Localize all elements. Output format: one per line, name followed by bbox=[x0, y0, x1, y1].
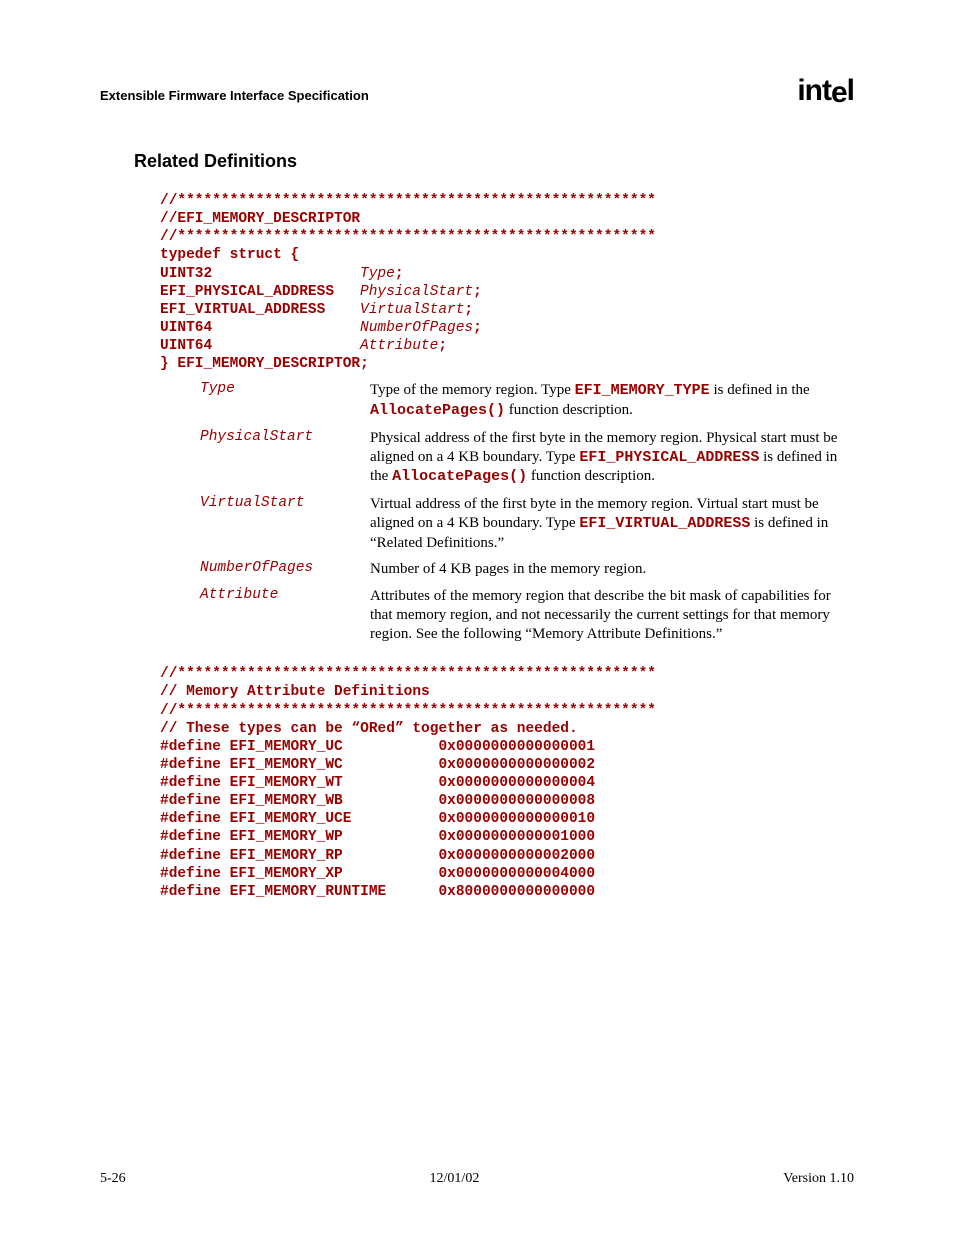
definition-row: PhysicalStart Physical address of the fi… bbox=[200, 425, 840, 491]
definition-term: Attribute bbox=[200, 583, 370, 647]
definition-row: Type Type of the memory region. Type EFI… bbox=[200, 377, 840, 425]
code-line: UINT64Attribute; bbox=[160, 338, 447, 354]
definition-term: PhysicalStart bbox=[200, 425, 370, 491]
code-line: // Memory Attribute Definitions bbox=[160, 684, 430, 700]
code-line: #define EFI_MEMORY_UCE 0x000000000000001… bbox=[160, 811, 595, 827]
spec-title: Extensible Firmware Interface Specificat… bbox=[100, 88, 369, 103]
code-line: EFI_PHYSICAL_ADDRESSPhysicalStart; bbox=[160, 284, 482, 300]
spacer bbox=[100, 647, 854, 665]
page-date: 12/01/02 bbox=[430, 1171, 480, 1187]
section-title: Related Definitions bbox=[134, 151, 854, 172]
type-name: EFI_PHYSICAL_ADDRESS bbox=[579, 449, 759, 466]
definition-desc: Physical address of the first byte in th… bbox=[370, 425, 840, 491]
code-line: UINT32Type; bbox=[160, 266, 404, 282]
definition-row: VirtualStart Virtual address of the firs… bbox=[200, 491, 840, 556]
code-line: //**************************************… bbox=[160, 193, 656, 209]
code-line: //**************************************… bbox=[160, 229, 656, 245]
code-line: #define EFI_MEMORY_WC 0x0000000000000002 bbox=[160, 757, 595, 773]
intel-logo: intel bbox=[797, 80, 854, 103]
page-version: Version 1.10 bbox=[783, 1171, 854, 1187]
code-line: //**************************************… bbox=[160, 666, 656, 682]
page: Extensible Firmware Interface Specificat… bbox=[0, 0, 954, 1235]
code-line: #define EFI_MEMORY_WP 0x0000000000001000 bbox=[160, 829, 595, 845]
definition-desc: Virtual address of the first byte in the… bbox=[370, 491, 840, 556]
definition-term: NumberOfPages bbox=[200, 556, 370, 583]
code-line: #define EFI_MEMORY_RUNTIME 0x80000000000… bbox=[160, 884, 595, 900]
code-line: EFI_VIRTUAL_ADDRESSVirtualStart; bbox=[160, 302, 473, 318]
function-name: AllocatePages() bbox=[392, 468, 527, 485]
code-line: } EFI_MEMORY_DESCRIPTOR; bbox=[160, 356, 369, 372]
type-name: EFI_VIRTUAL_ADDRESS bbox=[579, 515, 750, 532]
page-number: 5-26 bbox=[100, 1171, 126, 1187]
page-footer: 5-26 12/01/02 Version 1.10 bbox=[100, 1171, 854, 1187]
definition-list: Type Type of the memory region. Type EFI… bbox=[200, 377, 840, 647]
code-block-defines: //**************************************… bbox=[160, 665, 854, 901]
code-line: #define EFI_MEMORY_XP 0x0000000000004000 bbox=[160, 866, 595, 882]
code-line: #define EFI_MEMORY_RP 0x0000000000002000 bbox=[160, 848, 595, 864]
definition-desc: Attributes of the memory region that des… bbox=[370, 583, 840, 647]
code-line: //EFI_MEMORY_DESCRIPTOR bbox=[160, 211, 360, 227]
definition-row: NumberOfPages Number of 4 KB pages in th… bbox=[200, 556, 840, 583]
code-line: typedef struct { bbox=[160, 247, 299, 263]
code-line: #define EFI_MEMORY_UC 0x0000000000000001 bbox=[160, 739, 595, 755]
definition-desc: Number of 4 KB pages in the memory regio… bbox=[370, 556, 840, 583]
function-name: AllocatePages() bbox=[370, 402, 505, 419]
code-line: #define EFI_MEMORY_WB 0x0000000000000008 bbox=[160, 793, 595, 809]
code-line: #define EFI_MEMORY_WT 0x0000000000000004 bbox=[160, 775, 595, 791]
page-header: Extensible Firmware Interface Specificat… bbox=[100, 80, 854, 103]
code-line: //**************************************… bbox=[160, 703, 656, 719]
definition-term: VirtualStart bbox=[200, 491, 370, 556]
code-line: UINT64NumberOfPages; bbox=[160, 320, 482, 336]
type-name: EFI_MEMORY_TYPE bbox=[575, 382, 710, 399]
code-block-struct: //**************************************… bbox=[160, 192, 854, 373]
definition-term: Type bbox=[200, 377, 370, 425]
definition-row: Attribute Attributes of the memory regio… bbox=[200, 583, 840, 647]
definition-desc: Type of the memory region. Type EFI_MEMO… bbox=[370, 377, 840, 425]
code-line: // These types can be “ORed” together as… bbox=[160, 721, 578, 737]
